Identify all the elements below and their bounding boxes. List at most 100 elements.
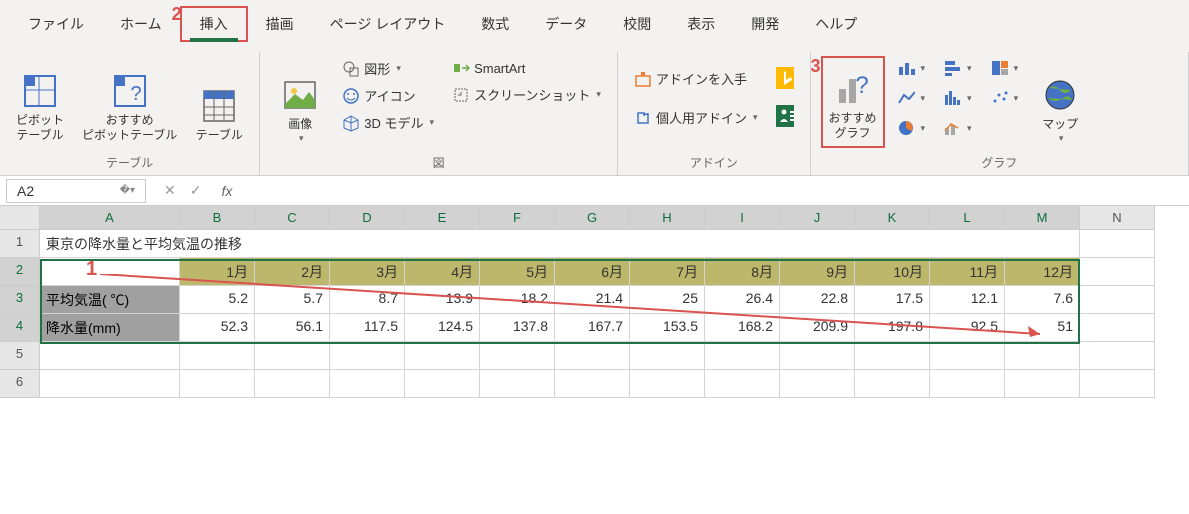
- menu-draw[interactable]: 描画: [248, 8, 312, 40]
- cell-M6[interactable]: [1005, 370, 1080, 398]
- cell-L5[interactable]: [930, 342, 1005, 370]
- cell-A6[interactable]: [40, 370, 180, 398]
- cell-D2[interactable]: 3月: [330, 258, 405, 286]
- cell-J5[interactable]: [780, 342, 855, 370]
- shapes-button[interactable]: 図形▾: [336, 56, 440, 81]
- cell-F2[interactable]: 5月: [480, 258, 555, 286]
- cell-A2[interactable]: [40, 258, 180, 286]
- cell-B5[interactable]: [180, 342, 255, 370]
- row-header-4[interactable]: 4: [0, 314, 40, 342]
- menu-insert[interactable]: 2 挿入: [180, 6, 248, 42]
- fx-icon[interactable]: fx: [213, 183, 240, 199]
- bar-chart-button[interactable]: ▾: [937, 56, 978, 80]
- cell-D4[interactable]: 117.5: [330, 314, 405, 342]
- cell-I3[interactable]: 26.4: [705, 286, 780, 314]
- line-chart-button[interactable]: ▾: [891, 86, 932, 110]
- row-header-3[interactable]: 3: [0, 286, 40, 314]
- cell-D6[interactable]: [330, 370, 405, 398]
- row-header-2[interactable]: 2: [0, 258, 40, 286]
- cell-N2[interactable]: [1080, 258, 1155, 286]
- cell-D5[interactable]: [330, 342, 405, 370]
- cell-C4[interactable]: 56.1: [255, 314, 330, 342]
- col-header-H[interactable]: H: [630, 206, 705, 230]
- menu-help[interactable]: ヘルプ: [797, 8, 875, 40]
- col-header-M[interactable]: M: [1005, 206, 1080, 230]
- cancel-icon[interactable]: ✕: [164, 182, 176, 199]
- get-addins-button[interactable]: アドインを入手: [628, 66, 764, 91]
- formula-input[interactable]: [240, 179, 1189, 202]
- bing-maps-button[interactable]: [770, 66, 800, 90]
- 3d-models-button[interactable]: 3D モデル▾: [336, 110, 440, 135]
- cell-H4[interactable]: 153.5: [630, 314, 705, 342]
- cell-L3[interactable]: 12.1: [930, 286, 1005, 314]
- cell-I5[interactable]: [705, 342, 780, 370]
- col-header-E[interactable]: E: [405, 206, 480, 230]
- cell-E2[interactable]: 4月: [405, 258, 480, 286]
- cell-C2[interactable]: 2月: [255, 258, 330, 286]
- cell-N6[interactable]: [1080, 370, 1155, 398]
- cell-K2[interactable]: 10月: [855, 258, 930, 286]
- cell-M5[interactable]: [1005, 342, 1080, 370]
- enter-icon[interactable]: ✓: [190, 182, 202, 199]
- cell-J6[interactable]: [780, 370, 855, 398]
- column-chart-button[interactable]: ▾: [891, 56, 932, 80]
- cell-G3[interactable]: 21.4: [555, 286, 630, 314]
- col-header-K[interactable]: K: [855, 206, 930, 230]
- pictures-button[interactable]: 画像 ▾: [270, 56, 330, 148]
- row-header-1[interactable]: 1: [0, 230, 40, 258]
- col-header-G[interactable]: G: [555, 206, 630, 230]
- col-header-B[interactable]: B: [180, 206, 255, 230]
- table-button[interactable]: テーブル: [189, 56, 249, 148]
- cell-G5[interactable]: [555, 342, 630, 370]
- cell-J2[interactable]: 9月: [780, 258, 855, 286]
- menu-view[interactable]: 表示: [669, 8, 733, 40]
- col-header-C[interactable]: C: [255, 206, 330, 230]
- col-header-F[interactable]: F: [480, 206, 555, 230]
- col-header-A[interactable]: A: [40, 206, 180, 230]
- cell-A5[interactable]: [40, 342, 180, 370]
- menu-formulas[interactable]: 数式: [463, 8, 527, 40]
- cell-I6[interactable]: [705, 370, 780, 398]
- cell-B6[interactable]: [180, 370, 255, 398]
- hierarchy-chart-button[interactable]: ▾: [984, 56, 1025, 80]
- cell-K5[interactable]: [855, 342, 930, 370]
- col-header-I[interactable]: I: [705, 206, 780, 230]
- cell-E4[interactable]: 124.5: [405, 314, 480, 342]
- cell-J3[interactable]: 22.8: [780, 286, 855, 314]
- name-box[interactable]: A2 �▾: [6, 179, 146, 203]
- cell-G6[interactable]: [555, 370, 630, 398]
- spreadsheet-grid[interactable]: A B C D E F G H I J K L M N 1 東京の降水量と平均気…: [0, 206, 1189, 398]
- cell-L6[interactable]: [930, 370, 1005, 398]
- statistic-chart-button[interactable]: ▾: [937, 86, 978, 110]
- menu-file[interactable]: ファイル: [10, 8, 102, 40]
- row-header-5[interactable]: 5: [0, 342, 40, 370]
- recommended-pivot-button[interactable]: ? おすすめ ピボットテーブル: [76, 56, 183, 148]
- cell-E3[interactable]: 13.9: [405, 286, 480, 314]
- cell-H3[interactable]: 25: [630, 286, 705, 314]
- menu-home[interactable]: ホーム: [102, 8, 180, 40]
- cell-H5[interactable]: [630, 342, 705, 370]
- cell-C3[interactable]: 5.7: [255, 286, 330, 314]
- maps-button[interactable]: マップ ▾: [1030, 56, 1090, 148]
- cell-D3[interactable]: 8.7: [330, 286, 405, 314]
- cell-L4[interactable]: 92.5: [930, 314, 1005, 342]
- menu-developer[interactable]: 開発: [733, 8, 797, 40]
- cell-N1[interactable]: [1080, 230, 1155, 258]
- menu-page-layout[interactable]: ページ レイアウト: [312, 8, 464, 40]
- icons-button[interactable]: アイコン: [336, 83, 440, 108]
- cell-E6[interactable]: [405, 370, 480, 398]
- people-graph-button[interactable]: [770, 104, 800, 128]
- col-header-J[interactable]: J: [780, 206, 855, 230]
- cell-C5[interactable]: [255, 342, 330, 370]
- col-header-D[interactable]: D: [330, 206, 405, 230]
- cell-K3[interactable]: 17.5: [855, 286, 930, 314]
- cell-F3[interactable]: 18.2: [480, 286, 555, 314]
- cell-A1[interactable]: 東京の降水量と平均気温の推移: [40, 230, 1080, 258]
- cell-F5[interactable]: [480, 342, 555, 370]
- recommended-charts-button[interactable]: 3 ? おすすめ グラフ: [821, 56, 885, 148]
- cell-J4[interactable]: 209.9: [780, 314, 855, 342]
- cell-I4[interactable]: 168.2: [705, 314, 780, 342]
- cell-H2[interactable]: 7月: [630, 258, 705, 286]
- cell-E5[interactable]: [405, 342, 480, 370]
- my-addins-button[interactable]: 個人用アドイン▾: [628, 105, 764, 130]
